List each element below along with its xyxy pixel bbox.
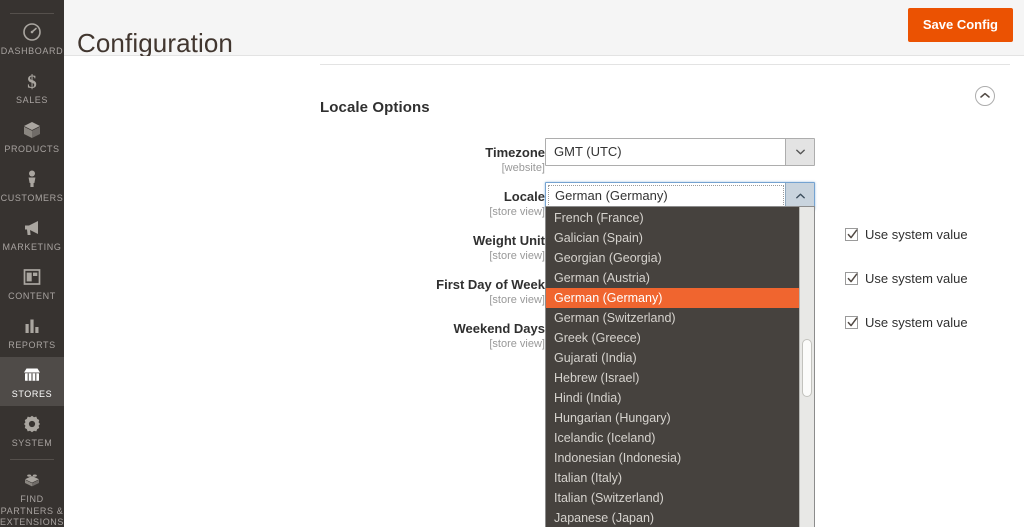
use-system-value-label: Use system value (865, 315, 968, 330)
locale-option-container: French (France)Galician (Spain)Georgian … (546, 207, 799, 527)
timezone-scope: [website] (345, 161, 545, 175)
person-icon (0, 168, 64, 190)
admin-configuration-page: Dashboard $ Sales Products Customers Mar… (0, 0, 1024, 527)
dollar-icon: $ (0, 70, 64, 92)
first-day-of-week-scope: [store view] (345, 293, 545, 307)
sidebar-item-label: Sales (0, 95, 64, 106)
locale-option[interactable]: Indonesian (Indonesia) (546, 448, 799, 468)
locale-option[interactable]: German (Austria) (546, 268, 799, 288)
admin-sidebar: Dashboard $ Sales Products Customers Mar… (0, 0, 64, 527)
lego-brick-icon (0, 469, 64, 491)
dashboard-icon (0, 21, 64, 43)
locale-option-selected[interactable]: German (Germany) (546, 288, 799, 308)
checkbox-checked-icon[interactable] (845, 272, 858, 285)
locale-dropdown-list[interactable]: French (France)Galician (Spain)Georgian … (545, 206, 815, 527)
checkbox-checked-icon[interactable] (845, 316, 858, 329)
save-config-button[interactable]: Save Config (908, 8, 1013, 42)
locale-option[interactable]: Greek (Greece) (546, 328, 799, 348)
locale-option[interactable]: Hebrew (Israel) (546, 368, 799, 388)
locale-option[interactable]: French (France) (546, 208, 799, 228)
bar-chart-icon (0, 315, 64, 337)
sidebar-item-label: Reports (0, 340, 64, 351)
locale-option[interactable]: Georgian (Georgia) (546, 248, 799, 268)
box-icon (0, 119, 64, 141)
gear-icon (0, 413, 64, 435)
sidebar-item-label: Customers (0, 193, 64, 204)
timezone-value: GMT (UTC) (546, 139, 785, 165)
dropdown-scrollbar[interactable] (799, 207, 814, 527)
sidebar-item-content[interactable]: Content (0, 259, 64, 308)
sidebar-item-sales[interactable]: $ Sales (0, 63, 64, 112)
sidebar-item-reports[interactable]: Reports (0, 308, 64, 357)
first-day-of-week-use-system-value[interactable]: Use system value (845, 271, 968, 286)
chevron-up-icon (976, 92, 994, 99)
locale-value: German (Germany) (548, 185, 784, 207)
sidebar-item-label: Marketing (0, 242, 64, 253)
sidebar-item-marketing[interactable]: Marketing (0, 210, 64, 259)
sidebar-item-find-partners-extensions[interactable]: Find Partners & Extensions (0, 462, 64, 527)
weekend-days-use-system-value[interactable]: Use system value (845, 315, 968, 330)
sidebar-item-stores[interactable]: Stores (0, 357, 64, 406)
sidebar-item-label: Stores (0, 389, 64, 400)
page-title: Configuration (77, 28, 233, 59)
sidebar-item-customers[interactable]: Customers (0, 161, 64, 210)
sidebar-item-dashboard[interactable]: Dashboard (0, 14, 64, 63)
locale-option[interactable]: Icelandic (Iceland) (546, 428, 799, 448)
locale-option[interactable]: Hungarian (Hungary) (546, 408, 799, 428)
sidebar-item-products[interactable]: Products (0, 112, 64, 161)
configuration-content: Locale Options Timezone [website] GMT (U… (64, 56, 1024, 527)
weekend-days-label: Weekend Days [store view] (345, 321, 545, 351)
weekend-days-scope: [store view] (345, 337, 545, 351)
locale-option[interactable]: Japanese (Japan) (546, 508, 799, 527)
layout-icon (0, 266, 64, 288)
first-day-of-week-label: First Day of Week [store view] (345, 277, 545, 307)
checkbox-checked-icon[interactable] (845, 228, 858, 241)
sidebar-item-label: Find Partners & Extensions (0, 494, 64, 527)
locale-scope: [store view] (345, 205, 545, 219)
section-divider (320, 64, 1010, 65)
dropdown-scrollbar-thumb[interactable] (802, 339, 812, 397)
sidebar-divider-bottom (10, 459, 54, 460)
use-system-value-label: Use system value (865, 271, 968, 286)
locale-option[interactable]: Gujarati (India) (546, 348, 799, 368)
sidebar-item-label: Content (0, 291, 64, 302)
locale-option[interactable]: German (Switzerland) (546, 308, 799, 328)
weight-unit-label: Weight Unit [store view] (345, 233, 545, 263)
svg-text:$: $ (27, 72, 37, 92)
locale-option[interactable]: Hindi (India) (546, 388, 799, 408)
storefront-icon (0, 364, 64, 386)
timezone-select[interactable]: GMT (UTC) (545, 138, 815, 166)
sidebar-item-label: Products (0, 144, 64, 155)
chevron-down-icon[interactable] (785, 139, 814, 165)
page-header: Configuration Save Config (64, 0, 1024, 56)
sidebar-item-label: Dashboard (0, 46, 64, 57)
weight-unit-scope: [store view] (345, 249, 545, 263)
sidebar-item-system[interactable]: System (0, 406, 64, 455)
locale-option[interactable]: Italian (Italy) (546, 468, 799, 488)
megaphone-icon (0, 217, 64, 239)
sidebar-item-label: System (0, 438, 64, 449)
locale-option[interactable]: Italian (Switzerland) (546, 488, 799, 508)
use-system-value-label: Use system value (865, 227, 968, 242)
locale-option[interactable]: Galician (Spain) (546, 228, 799, 248)
weight-unit-use-system-value[interactable]: Use system value (845, 227, 968, 242)
locale-label: Locale [store view] (345, 189, 545, 219)
timezone-label: Timezone [website] (345, 145, 545, 175)
section-title-locale-options: Locale Options (320, 99, 430, 116)
section-collapse-toggle[interactable] (975, 86, 995, 106)
